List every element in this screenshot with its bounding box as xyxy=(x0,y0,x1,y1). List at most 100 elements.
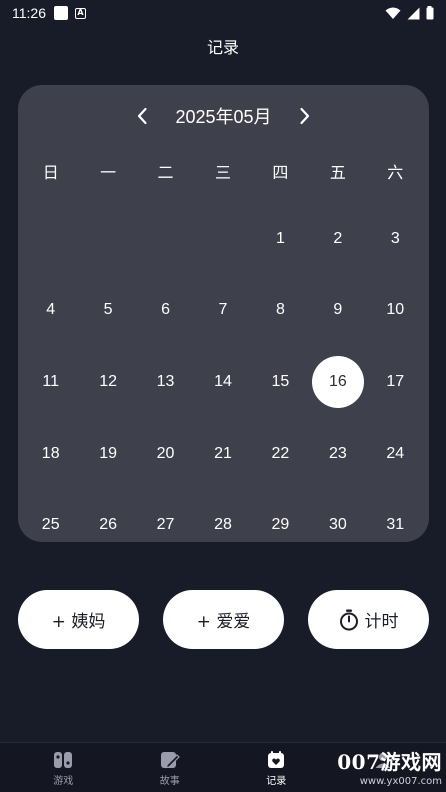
day-cell[interactable]: 8 xyxy=(252,275,309,347)
day-cell[interactable]: 24 xyxy=(367,418,424,490)
day-number: 14 xyxy=(214,372,232,390)
day-cell[interactable]: 2 xyxy=(309,203,366,275)
weekday-label: 日 xyxy=(42,163,59,182)
day-number: 24 xyxy=(386,444,405,462)
day-cell[interactable]: 13 xyxy=(137,346,194,418)
notification-icon xyxy=(54,6,68,20)
weekday-label: 五 xyxy=(329,163,346,182)
add-period-label: + 姨妈 xyxy=(51,612,106,632)
day-cell[interactable]: 20 xyxy=(137,418,194,490)
day-number: 27 xyxy=(156,516,175,534)
day-cell[interactable]: 4 xyxy=(22,275,79,347)
nav-label-stories: 故事 xyxy=(159,776,180,787)
app-notification-icon: A xyxy=(75,7,86,19)
day-number: 4 xyxy=(46,301,56,319)
day-number: 31 xyxy=(386,516,405,534)
day-number: 8 xyxy=(275,301,285,319)
day-cell[interactable]: 25 xyxy=(22,489,79,542)
timer-button[interactable]: 计时 xyxy=(308,590,429,649)
day-number: 17 xyxy=(386,372,405,390)
edit-note-icon xyxy=(160,752,180,769)
weekday-label: 一 xyxy=(100,163,117,182)
day-cell[interactable]: 26 xyxy=(79,489,136,542)
nav-label-games: 游戏 xyxy=(53,776,74,787)
day-cell[interactable]: 15 xyxy=(252,346,309,418)
nav-tab-stories[interactable]: 故事 xyxy=(130,743,210,792)
chevron-left-icon xyxy=(138,107,148,125)
day-number: 10 xyxy=(386,301,405,319)
day-number: 30 xyxy=(328,516,347,534)
day-cell[interactable]: 19 xyxy=(79,418,136,490)
day-number: 23 xyxy=(328,444,347,462)
day-cell[interactable]: 28 xyxy=(194,489,251,542)
day-cell[interactable]: 3 xyxy=(367,203,424,275)
day-number: 25 xyxy=(41,516,60,534)
day-number: 28 xyxy=(214,516,232,534)
day-number: 11 xyxy=(42,372,59,390)
day-cell[interactable]: 17 xyxy=(367,346,424,418)
weekday-row: 日一二三四五六 xyxy=(22,159,424,183)
day-cell[interactable]: 12 xyxy=(79,346,136,418)
action-bar: + 姨妈 + 爱爱 计时 xyxy=(18,590,429,649)
weekday-label: 六 xyxy=(387,163,404,182)
status-time: 11:26 xyxy=(12,5,46,21)
day-cell[interactable]: 21 xyxy=(194,418,251,490)
day-number: 22 xyxy=(271,444,290,462)
day-number: 21 xyxy=(214,444,232,462)
day-cell[interactable]: 10 xyxy=(367,275,424,347)
timer-label: 计时 xyxy=(364,612,399,632)
day-cell[interactable]: 31 xyxy=(367,489,424,542)
watermark-url: www.yx007.com xyxy=(359,776,442,787)
day-cell[interactable]: 18 xyxy=(22,418,79,490)
next-month-button[interactable] xyxy=(290,101,320,131)
day-number: 20 xyxy=(156,444,175,462)
day-number: 9 xyxy=(333,301,343,319)
page-title: 记录 xyxy=(206,38,239,57)
day-cell[interactable]: 29 xyxy=(252,489,309,542)
weekday-label: 四 xyxy=(272,163,289,182)
calendar-heart-icon xyxy=(268,751,285,768)
nav-tab-games[interactable]: 游戏 xyxy=(23,743,103,792)
day-cell[interactable]: 27 xyxy=(137,489,194,542)
wifi-icon xyxy=(385,7,401,19)
add-love-button[interactable]: + 爱爱 xyxy=(163,590,284,649)
day-cell[interactable]: 6 xyxy=(137,275,194,347)
day-blank xyxy=(22,203,79,275)
day-blank xyxy=(194,203,251,275)
day-number: 15 xyxy=(271,372,290,390)
weekday-label: 三 xyxy=(214,163,231,182)
day-number: 19 xyxy=(99,444,118,462)
day-grid: 1 2 3 4 5 6 7 8 9 10 11 12 13 14 15 16 17 18 19 20 21 22 23 24 2… xyxy=(22,203,424,542)
day-number: 3 xyxy=(390,229,400,247)
day-cell[interactable]: 11 xyxy=(22,346,79,418)
day-cell[interactable]: 5 xyxy=(79,275,136,347)
day-cell[interactable]: 14 xyxy=(194,346,251,418)
calendar-header: 2025年05月 xyxy=(18,101,429,131)
signal-icon xyxy=(407,7,420,19)
day-cell[interactable]: 23 xyxy=(309,418,366,490)
day-cell[interactable]: 1 xyxy=(252,203,309,275)
day-cell[interactable]: 30 xyxy=(309,489,366,542)
day-number: 16 xyxy=(311,355,364,408)
day-number: 7 xyxy=(218,301,228,319)
watermark: 007游戏网 www.yx007.com xyxy=(337,746,442,787)
previous-month-button[interactable] xyxy=(127,101,157,131)
day-cell[interactable]: 7 xyxy=(194,275,251,347)
day-cell[interactable]: 22 xyxy=(252,418,309,490)
day-number: 5 xyxy=(103,301,113,319)
day-number: 29 xyxy=(271,516,290,534)
weekday-label: 二 xyxy=(157,163,174,182)
day-number: 2 xyxy=(333,229,343,247)
status-bar: 11:26 A xyxy=(0,0,446,26)
day-cell[interactable]: 9 xyxy=(309,275,366,347)
day-blank xyxy=(137,203,194,275)
day-number: 26 xyxy=(99,516,118,534)
add-love-label: + 爱爱 xyxy=(196,612,251,632)
add-period-button[interactable]: + 姨妈 xyxy=(18,590,139,649)
month-label: 2025年05月 xyxy=(175,107,272,127)
day-cell-selected[interactable]: 16 xyxy=(309,346,366,418)
nav-tab-records[interactable]: 记录 xyxy=(236,743,316,792)
day-number: 12 xyxy=(99,372,118,390)
day-blank xyxy=(79,203,136,275)
day-number: 18 xyxy=(41,444,60,462)
